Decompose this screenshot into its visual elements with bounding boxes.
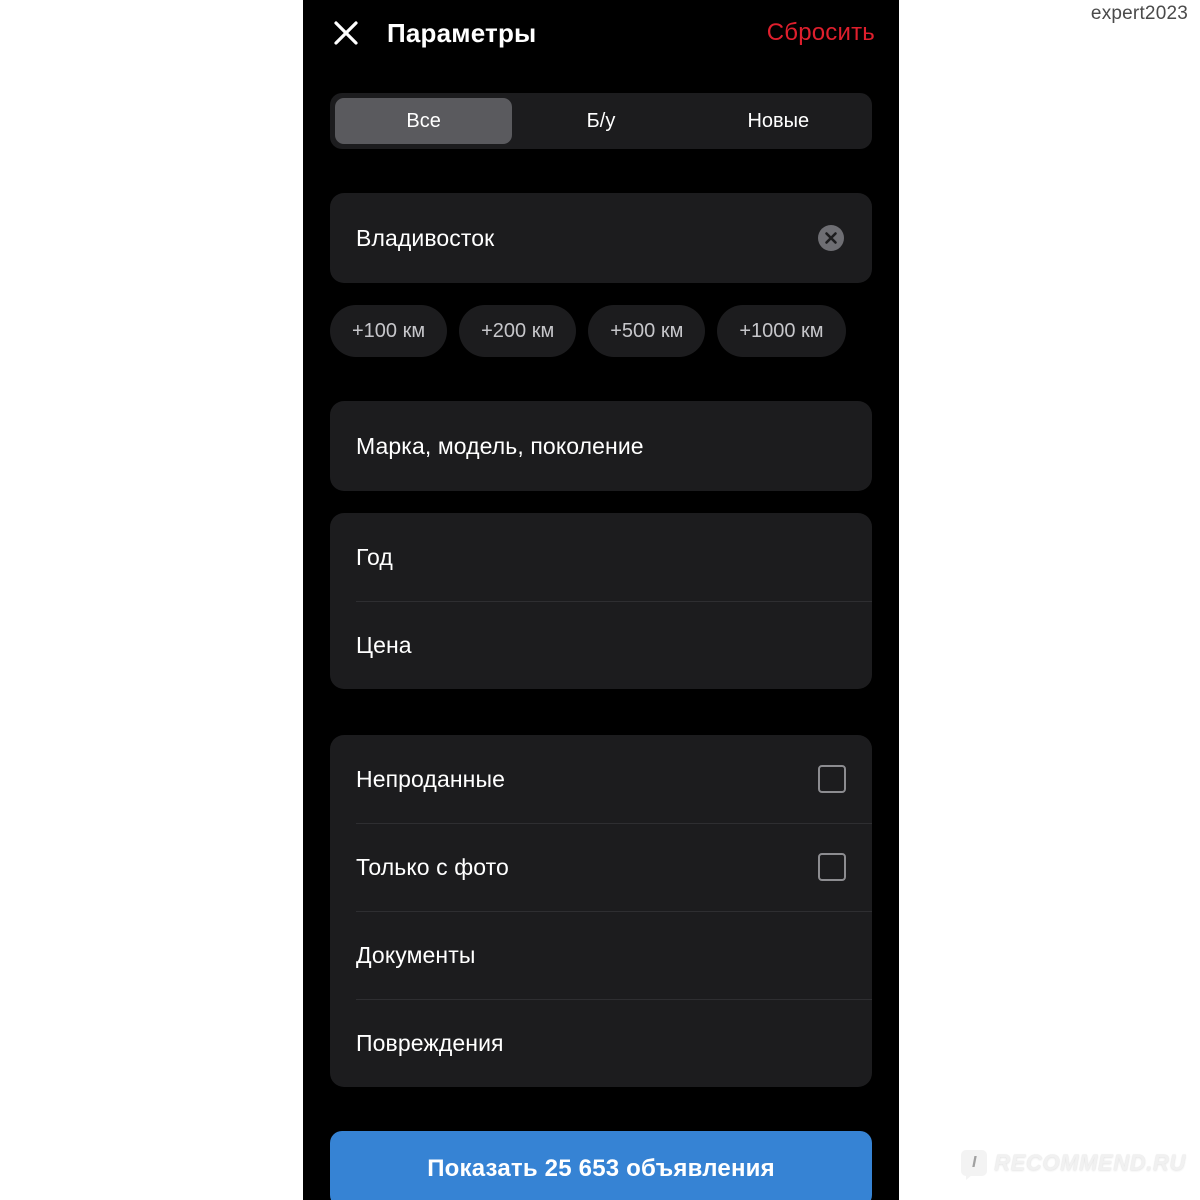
chip-500km[interactable]: +500 км: [588, 305, 706, 357]
vehicle-card: Марка, модель, поколение: [330, 401, 872, 491]
option-label-with-photo: Только с фото: [356, 853, 509, 880]
options-card: Непроданные Только с фото Документы Повр…: [330, 735, 872, 1087]
close-circle-icon[interactable]: [816, 223, 846, 253]
chip-200km[interactable]: +200 км: [459, 305, 577, 357]
make-model-generation-label: Марка, модель, поколение: [356, 432, 644, 459]
watermark-bottom-right: I RECOMMEND.RU: [961, 1150, 1186, 1180]
watermark-site-name: RECOMMEND.RU: [994, 1150, 1186, 1175]
checkbox-with-photo[interactable]: [818, 853, 846, 881]
tab-all[interactable]: Все: [335, 98, 513, 144]
range-card: Год Цена: [330, 513, 872, 689]
year-field[interactable]: Год: [330, 513, 872, 601]
year-label: Год: [356, 543, 393, 570]
screen-header: Параметры Сбросить: [303, 0, 899, 66]
checkbox-unsold[interactable]: [818, 765, 846, 793]
phone-screen: Параметры Сбросить Все Б/у Новые Владиво…: [303, 0, 899, 1200]
irecommend-logo-icon: I: [961, 1150, 988, 1180]
chip-100km[interactable]: +100 км: [330, 305, 448, 357]
option-row-documents[interactable]: Документы: [330, 911, 872, 999]
city-field[interactable]: Владивосток: [330, 193, 872, 283]
page-title: Параметры: [387, 17, 537, 48]
radius-chip-list: +100 км +200 км +500 км +1000 км: [330, 305, 872, 357]
screenshot-root: expert2023 Параметры Сбросить Все Б/у Но…: [0, 0, 1200, 1200]
location-card: Владивосток: [330, 193, 872, 283]
option-row-unsold[interactable]: Непроданные: [330, 735, 872, 823]
option-label-documents: Документы: [356, 941, 476, 968]
close-icon[interactable]: [331, 18, 361, 48]
tab-new[interactable]: Новые: [690, 98, 867, 144]
submit-container: Показать 25 653 объявления: [330, 1131, 872, 1200]
watermark-top-right: expert2023: [1090, 3, 1188, 24]
make-model-generation-field[interactable]: Марка, модель, поколение: [330, 401, 872, 491]
option-label-damage: Повреждения: [356, 1029, 504, 1056]
option-row-damage[interactable]: Повреждения: [330, 999, 872, 1087]
price-field[interactable]: Цена: [330, 601, 872, 689]
reset-button[interactable]: Сбросить: [767, 19, 875, 47]
tab-used[interactable]: Б/у: [512, 98, 689, 144]
city-value: Владивосток: [356, 224, 495, 251]
condition-tabs: Все Б/у Новые: [330, 93, 872, 149]
option-label-unsold: Непроданные: [356, 765, 505, 792]
show-listings-button[interactable]: Показать 25 653 объявления: [330, 1131, 872, 1200]
option-row-with-photo[interactable]: Только с фото: [330, 823, 872, 911]
price-label: Цена: [356, 631, 412, 658]
chip-1000km[interactable]: +1000 км: [717, 305, 846, 357]
